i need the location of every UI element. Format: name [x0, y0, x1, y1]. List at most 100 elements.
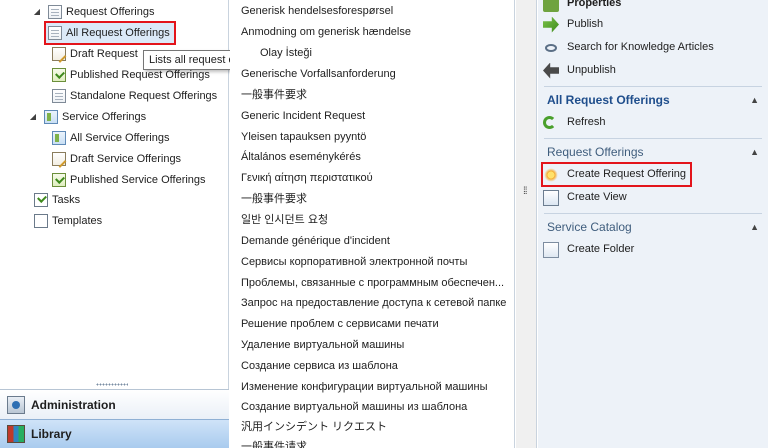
- task-properties[interactable]: Properties: [543, 0, 621, 14]
- list-item[interactable]: 일반 인시던트 요청: [241, 210, 328, 231]
- view-icon: [52, 89, 66, 103]
- wunderbar-label: Administration: [31, 397, 116, 412]
- tree-expanded-icon[interactable]: ◢: [28, 107, 38, 127]
- list-item[interactable]: Проблемы, связанные с программным обеспе…: [241, 273, 504, 294]
- tree-item-request-offerings[interactable]: ◢ Request Offerings: [32, 2, 154, 22]
- task-label: Refresh: [567, 116, 606, 128]
- list-item[interactable]: Удаление виртуальной машины: [241, 335, 404, 356]
- list-item[interactable]: Generische Vorfallsanforderung: [241, 64, 396, 85]
- view-icon: [543, 189, 559, 206]
- tasks-pane: Properties Publish Search for Knowledge …: [538, 0, 768, 448]
- tree-expanded-icon[interactable]: ◢: [32, 2, 42, 22]
- tree-item-label: Request Offerings: [66, 6, 155, 18]
- list-item[interactable]: Решение проблем с сервисами печати: [241, 314, 439, 335]
- wunderbar-label: Library: [31, 427, 72, 441]
- task-search-knowledge-articles[interactable]: Search for Knowledge Articles: [543, 37, 714, 58]
- tree-item-label: Published Service Offerings: [70, 174, 206, 186]
- tree-item-label: Draft Service Offerings: [70, 153, 182, 165]
- list-item[interactable]: Создание сервиса из шаблона: [241, 356, 398, 377]
- section-title: Service Catalog: [547, 220, 632, 234]
- tree-item-all-request-offerings[interactable]: All Request Offerings: [44, 21, 176, 45]
- request-offerings-list: Generisk hendelsesforespørsel Anmodning …: [230, 0, 515, 448]
- tasks-icon: [34, 193, 48, 207]
- task-unpublish[interactable]: Unpublish: [543, 60, 616, 81]
- list-item[interactable]: Создание виртуальной машины из шаблона: [241, 397, 467, 418]
- wunderbar-library[interactable]: Library: [0, 419, 229, 448]
- starburst-icon: [543, 166, 559, 183]
- list-item[interactable]: Általános eseménykérés: [241, 147, 361, 168]
- list-item[interactable]: 汎用インシデント リクエスト: [241, 417, 387, 438]
- green-arrow-icon: [543, 16, 559, 33]
- tree-item-label: Draft Request: [70, 48, 138, 60]
- tree-item-label: All Service Offerings: [70, 132, 170, 144]
- task-publish[interactable]: Publish: [543, 14, 603, 35]
- divider: [544, 213, 762, 214]
- tree-item-published-request-offerings[interactable]: Published Request Offerings: [52, 65, 210, 85]
- task-label: Create Folder: [567, 243, 635, 255]
- task-label: Create View: [567, 191, 627, 203]
- list-item[interactable]: Yleisen tapauksen pyyntö: [241, 127, 366, 148]
- list-item[interactable]: 一般事件请求: [241, 437, 307, 448]
- list-item-partially-covered[interactable]: Olay İsteği: [260, 43, 312, 64]
- list-item[interactable]: 一般事件要求: [241, 85, 307, 106]
- list-item[interactable]: 一般事件要求: [241, 189, 307, 210]
- task-refresh[interactable]: Refresh: [543, 112, 606, 133]
- task-create-folder[interactable]: Create Folder: [543, 239, 634, 260]
- service-offerings-folder-icon: [44, 110, 58, 124]
- tree-item-all-service-offerings[interactable]: All Service Offerings: [52, 128, 169, 148]
- tree-item-draft-service-offerings[interactable]: Draft Service Offerings: [52, 149, 181, 169]
- list-item[interactable]: Generisk hendelsesforespørsel: [241, 1, 393, 22]
- list-item[interactable]: Сервисы корпоративной электронной почты: [241, 252, 467, 273]
- published-icon: [52, 173, 66, 187]
- pane-splitter[interactable]: ⁞⁞: [516, 0, 537, 448]
- request-offerings-folder-icon: [48, 5, 62, 19]
- tree-item-label: Standalone Request Offerings: [70, 90, 218, 102]
- tree-item-label: Service Offerings: [62, 111, 147, 123]
- draft-icon: [52, 152, 66, 166]
- refresh-icon: [543, 116, 556, 129]
- task-create-request-offering[interactable]: Create Request Offering: [540, 162, 693, 187]
- pane-resize-grip[interactable]: [96, 383, 128, 386]
- section-title: All Request Offerings: [547, 93, 670, 107]
- tree-item-label: Templates: [52, 215, 103, 227]
- list-item[interactable]: Запрос на предоставление доступа к сетев…: [241, 293, 506, 314]
- task-label: Create Request Offering: [567, 168, 687, 180]
- task-label: Unpublish: [567, 64, 616, 76]
- tree-item-service-offerings[interactable]: ◢ Service Offerings: [28, 107, 146, 127]
- navigation-pane: ◢ Request Offerings All Request Offering…: [0, 0, 277, 448]
- task-label: Publish: [567, 18, 604, 30]
- collapse-icon[interactable]: ▲: [750, 215, 759, 239]
- tree-item-standalone-request-offerings[interactable]: Standalone Request Offerings: [52, 86, 217, 106]
- properties-icon: [543, 0, 559, 12]
- view-icon: [52, 131, 66, 145]
- section-title: Request Offerings: [547, 145, 644, 159]
- tree-item-draft-request-offerings[interactable]: Draft Request: [52, 44, 138, 64]
- section-request-offerings[interactable]: Request Offerings ▲: [538, 140, 768, 164]
- section-service-catalog[interactable]: Service Catalog ▲: [538, 215, 768, 239]
- tree-item-published-service-offerings[interactable]: Published Service Offerings: [52, 170, 206, 190]
- divider: [544, 86, 762, 87]
- section-all-request-offerings[interactable]: All Request Offerings ▲: [538, 88, 768, 112]
- list-item[interactable]: Anmodning om generisk hændelse: [241, 22, 411, 43]
- collapse-icon[interactable]: ▲: [750, 140, 759, 164]
- published-icon: [52, 68, 66, 82]
- administration-icon: [7, 395, 25, 414]
- list-item[interactable]: Generic Incident Request: [241, 106, 365, 127]
- list-item[interactable]: Demande générique d'incident: [241, 231, 390, 252]
- view-icon: [48, 26, 62, 40]
- list-item[interactable]: Изменение конфигурации виртуальной машин…: [241, 377, 488, 398]
- tree-item-templates[interactable]: Templates: [34, 211, 102, 231]
- list-item[interactable]: Γενική αίτηση περιστατικού: [241, 168, 373, 189]
- task-create-view[interactable]: Create View: [543, 187, 627, 208]
- tree-item-tasks[interactable]: Tasks: [34, 190, 80, 210]
- task-label: Search for Knowledge Articles: [567, 41, 714, 53]
- wunderbar-administration[interactable]: Administration: [0, 389, 229, 419]
- folder-icon: [543, 241, 559, 258]
- tree-item-label: Tasks: [52, 194, 81, 206]
- collapse-icon[interactable]: ▲: [750, 88, 759, 112]
- templates-icon: [34, 214, 48, 228]
- search-icon: [545, 43, 557, 52]
- back-arrow-icon: [543, 62, 559, 79]
- library-icon: [7, 425, 25, 443]
- splitter-grip-icon: ⁞⁞: [523, 186, 527, 197]
